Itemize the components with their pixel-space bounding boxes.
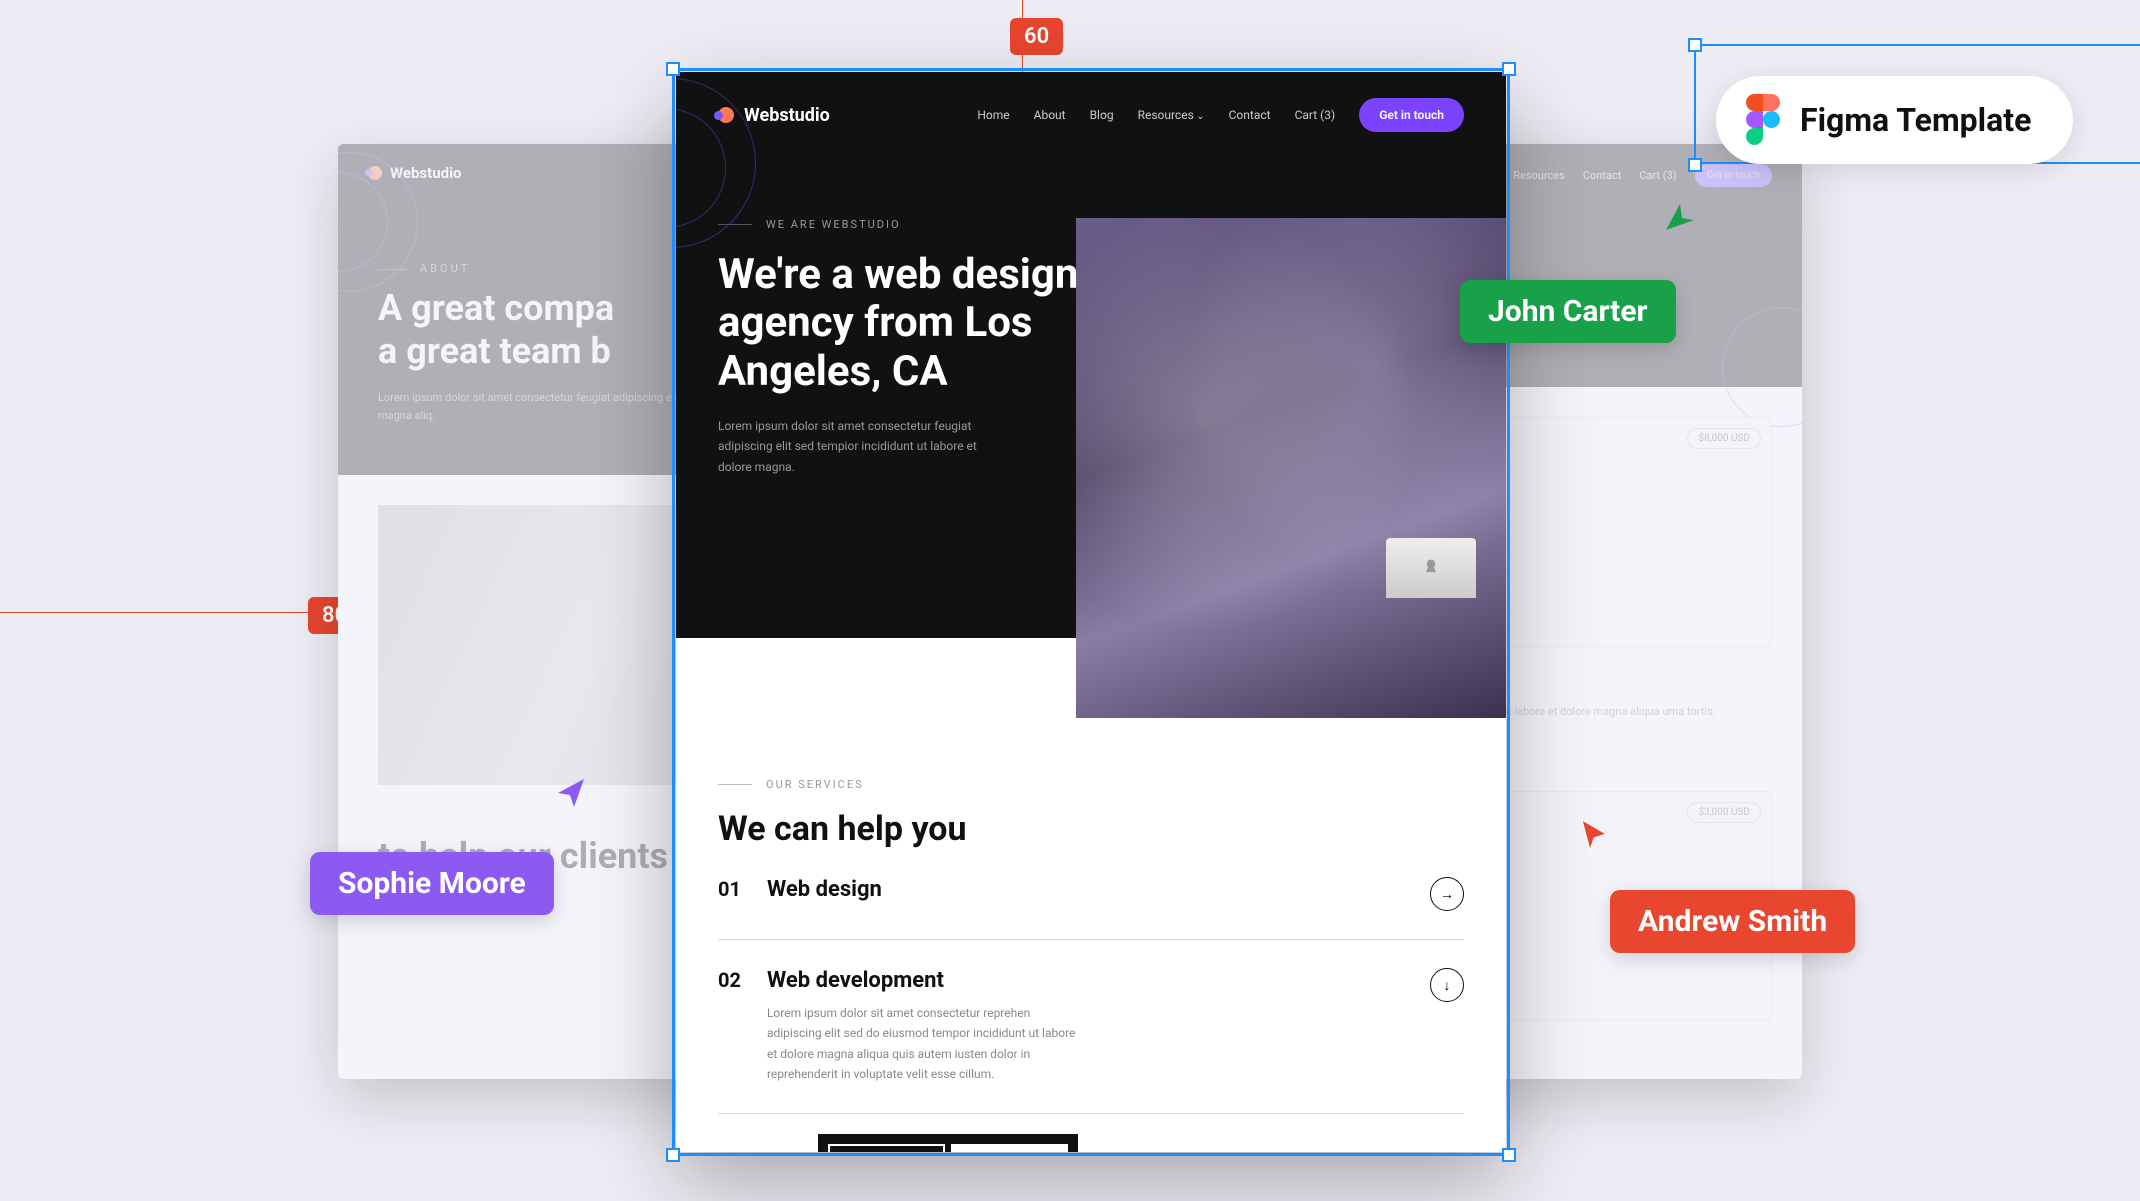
cursor-arrow-sophie (554, 775, 590, 815)
nav-resources[interactable]: Resources (1138, 108, 1205, 122)
service-number: 02 (718, 968, 741, 1085)
measurement-badge-60: 60 (1010, 18, 1063, 55)
services-eyebrow: OUR SERVICES (718, 778, 1464, 791)
nav-home[interactable]: Home (977, 108, 1009, 122)
arrow-right-icon[interactable]: → (1430, 877, 1464, 911)
service-label: Web design (767, 877, 882, 902)
nav-contact[interactable]: Contact (1229, 108, 1271, 122)
hero-body: Lorem ipsum dolor sit amet consectetur f… (718, 416, 998, 477)
nav-contact[interactable]: Contact (1583, 169, 1621, 182)
hero-photo (1076, 218, 1506, 718)
service-body: Lorem ipsum dolor sit amet consectetur r… (767, 1003, 1077, 1085)
nav-cta[interactable]: Get in touch (1695, 164, 1772, 187)
service-illustration: </> (818, 1134, 1078, 1152)
selection-handle[interactable] (1688, 158, 1702, 172)
nav-about[interactable]: About (1034, 108, 1066, 122)
figma-logo-icon (1746, 94, 1782, 146)
service-label: Web development (767, 968, 1077, 993)
price-badge: $8,000 USD (1687, 428, 1761, 449)
nav-cta-button[interactable]: Get in touch (1359, 98, 1464, 132)
cursor-arrow-andrew (1580, 818, 1610, 856)
service-number: 01 (718, 877, 741, 902)
services-title: We can help you (718, 809, 1464, 849)
main-artboard[interactable]: Webstudio Home About Blog Resources Cont… (676, 72, 1506, 1152)
figma-template-pill[interactable]: Figma Template (1716, 76, 2073, 164)
nav-cart[interactable]: Cart (3) (1295, 108, 1336, 122)
hero-section: WE ARE WEBSTUDIO We're a web design agen… (676, 158, 1506, 638)
collaborator-tag-john: John Carter (1460, 280, 1676, 343)
arrow-down-icon[interactable]: ↓ (1430, 968, 1464, 1002)
selection-handle[interactable] (666, 1148, 680, 1162)
service-item[interactable]: 01 Web design → (718, 849, 1464, 940)
laptop-shape (1386, 538, 1476, 598)
brand-name: Webstudio (744, 105, 830, 126)
cursor-arrow-john (1660, 200, 1696, 240)
selection-handle[interactable] (1502, 1148, 1516, 1162)
nav-resources[interactable]: Resources (1513, 169, 1565, 182)
main-header: Webstudio Home About Blog Resources Cont… (676, 72, 1506, 158)
selection-handle[interactable] (1502, 62, 1516, 76)
gear-icon (828, 1144, 945, 1152)
collaborator-tag-andrew: Andrew Smith (1610, 890, 1855, 953)
rings-icon (951, 1144, 1068, 1152)
selection-handle[interactable] (666, 62, 680, 76)
main-nav: Home About Blog Resources Contact Cart (… (977, 98, 1464, 132)
figma-pill-text: Figma Template (1800, 101, 2031, 139)
service-item[interactable]: 02 Web development Lorem ipsum dolor sit… (718, 940, 1464, 1114)
collaborator-tag-sophie: Sophie Moore (310, 852, 554, 915)
nav-blog[interactable]: Blog (1090, 108, 1114, 122)
price-badge: $3,000 USD (1687, 802, 1761, 823)
nav-cart[interactable]: Cart (3) (1639, 169, 1676, 182)
selection-handle[interactable] (1688, 38, 1702, 52)
